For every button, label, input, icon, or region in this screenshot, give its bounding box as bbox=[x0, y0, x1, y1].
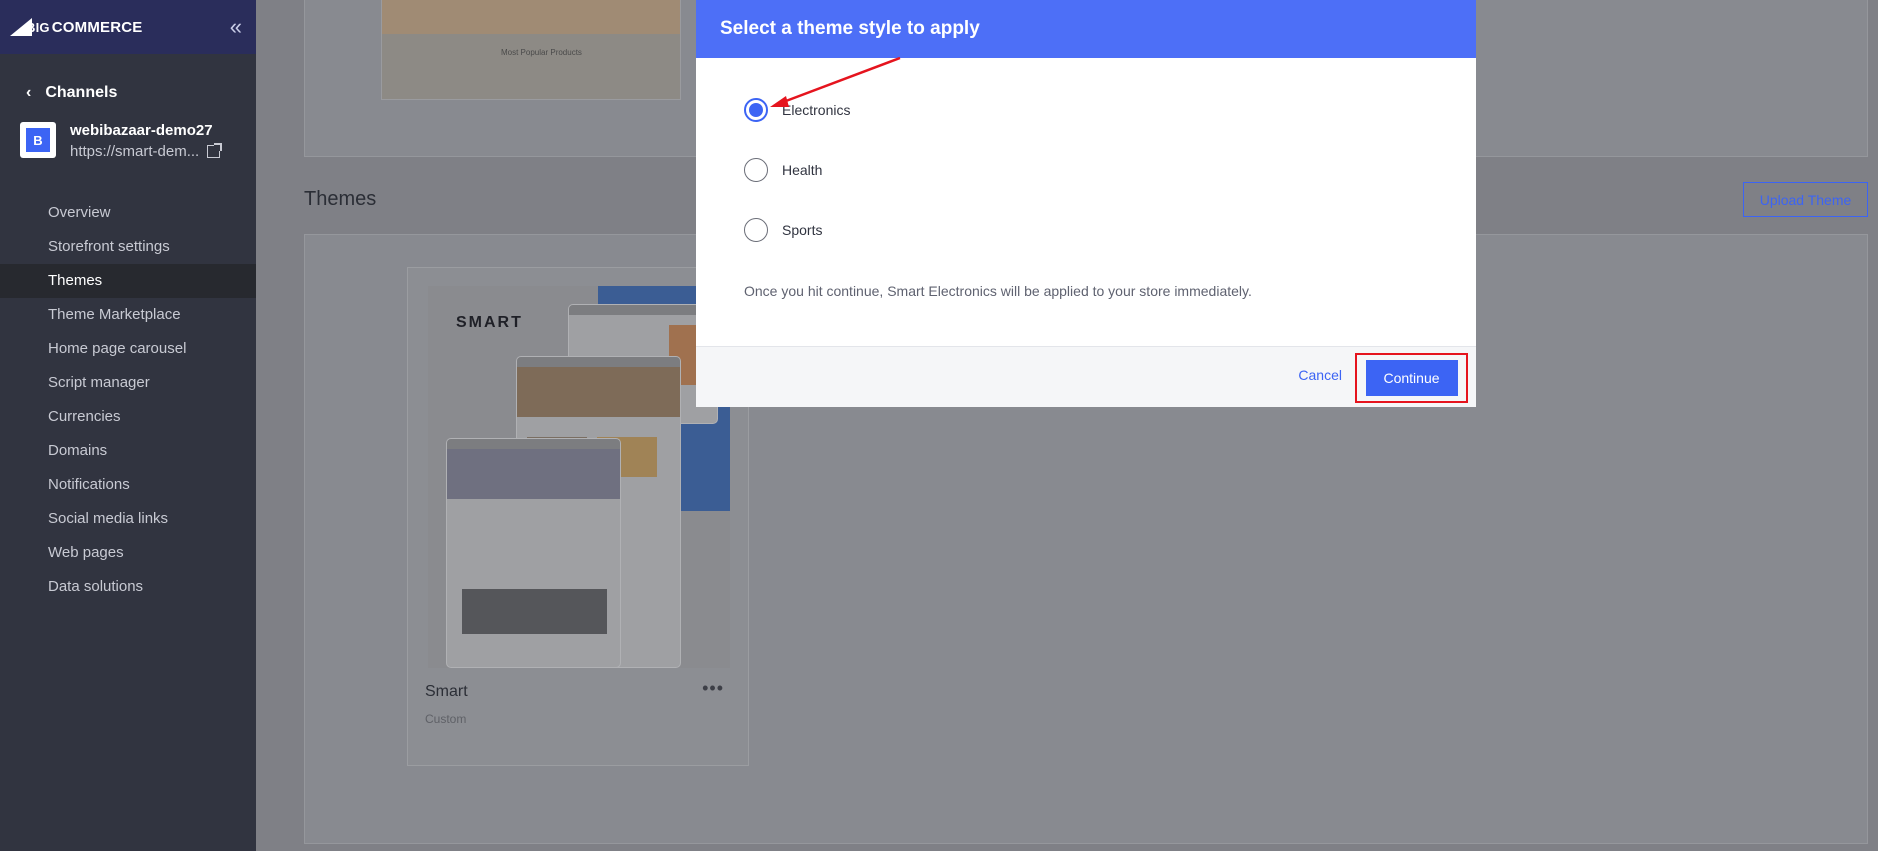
preview-caption: Most Popular Products bbox=[501, 48, 582, 57]
sidebar-item-notifications[interactable]: Notifications bbox=[0, 468, 256, 502]
back-label: Channels bbox=[45, 84, 118, 101]
continue-highlight-box: Continue bbox=[1355, 353, 1468, 403]
cancel-button[interactable]: Cancel bbox=[1298, 367, 1342, 383]
radio-health[interactable] bbox=[744, 158, 768, 182]
theme-style-modal: Select a theme style to apply Electronic… bbox=[696, 0, 1476, 407]
radio-electronics[interactable] bbox=[744, 98, 768, 122]
theme-tag: Custom bbox=[425, 712, 467, 726]
preview-logo-text: SMART bbox=[456, 314, 523, 331]
store-url-link[interactable]: https://smart-dem... bbox=[70, 143, 223, 160]
store-url-text: https://smart-dem... bbox=[70, 143, 200, 160]
sidebar-item-web-pages[interactable]: Web pages bbox=[0, 536, 256, 570]
external-link-icon[interactable] bbox=[207, 143, 223, 158]
sidebar-item-data-solutions[interactable]: Data solutions bbox=[0, 570, 256, 604]
option-health[interactable]: Health bbox=[744, 158, 822, 182]
more-options-icon[interactable]: ••• bbox=[702, 678, 724, 699]
theme-name: Smart bbox=[425, 683, 468, 700]
option-sports[interactable]: Sports bbox=[744, 218, 822, 242]
sidebar-item-theme-marketplace[interactable]: Theme Marketplace bbox=[0, 298, 256, 332]
option-label: Sports bbox=[782, 222, 823, 238]
modal-body: Electronics Health Sports Once you hit c… bbox=[696, 58, 1476, 346]
modal-note: Once you hit continue, Smart Electronics… bbox=[744, 283, 1252, 299]
store-avatar: B bbox=[20, 122, 56, 158]
collapse-sidebar-icon[interactable]: « bbox=[230, 14, 242, 40]
mock-bar bbox=[447, 439, 620, 449]
option-label: Electronics bbox=[782, 102, 851, 118]
store-avatar-letter: B bbox=[26, 128, 50, 152]
sidebar-item-domains[interactable]: Domains bbox=[0, 434, 256, 468]
radio-sports[interactable] bbox=[744, 218, 768, 242]
mock-tile bbox=[462, 589, 607, 634]
sidebar-item-storefront-settings[interactable]: Storefront settings bbox=[0, 230, 256, 264]
theme-preview-image[interactable]: SMART bbox=[428, 286, 730, 668]
channel-nav: Overview Storefront settings Themes Them… bbox=[0, 196, 256, 604]
mock-hero bbox=[447, 449, 620, 499]
sidebar: BIG COMMERCE « ‹ Channels B webibazaar-d… bbox=[0, 0, 256, 851]
sidebar-item-social-media-links[interactable]: Social media links bbox=[0, 502, 256, 536]
bigcommerce-logo[interactable]: BIG COMMERCE bbox=[10, 18, 142, 36]
mock-hero bbox=[517, 367, 680, 417]
upload-theme-button[interactable]: Upload Theme bbox=[1743, 182, 1868, 217]
sidebar-item-currencies[interactable]: Currencies bbox=[0, 400, 256, 434]
brand-bar: BIG COMMERCE « bbox=[0, 0, 256, 54]
logo-text-commerce: COMMERCE bbox=[51, 18, 143, 36]
sidebar-item-script-manager[interactable]: Script manager bbox=[0, 366, 256, 400]
mock-bar bbox=[569, 305, 717, 315]
modal-footer: Cancel Continue bbox=[696, 346, 1476, 407]
logo-text-big: BIG bbox=[26, 19, 50, 35]
store-info: B webibazaar-demo27 https://smart-dem... bbox=[20, 122, 256, 160]
modal-title: Select a theme style to apply bbox=[696, 0, 1476, 58]
chevron-left-icon: ‹ bbox=[26, 84, 32, 101]
option-electronics[interactable]: Electronics bbox=[744, 98, 850, 122]
sidebar-item-overview[interactable]: Overview bbox=[0, 196, 256, 230]
preview-photo bbox=[382, 0, 680, 34]
back-to-channels-link[interactable]: ‹ Channels bbox=[26, 84, 256, 102]
themes-heading: Themes bbox=[304, 188, 377, 210]
sidebar-item-home-page-carousel[interactable]: Home page carousel bbox=[0, 332, 256, 366]
mock-bar bbox=[517, 357, 680, 367]
sidebar-item-themes[interactable]: Themes bbox=[0, 264, 256, 298]
option-label: Health bbox=[782, 162, 823, 178]
preview-mock-electronics bbox=[446, 438, 621, 668]
continue-button[interactable]: Continue bbox=[1365, 360, 1458, 396]
store-name: webibazaar-demo27 bbox=[70, 122, 213, 139]
